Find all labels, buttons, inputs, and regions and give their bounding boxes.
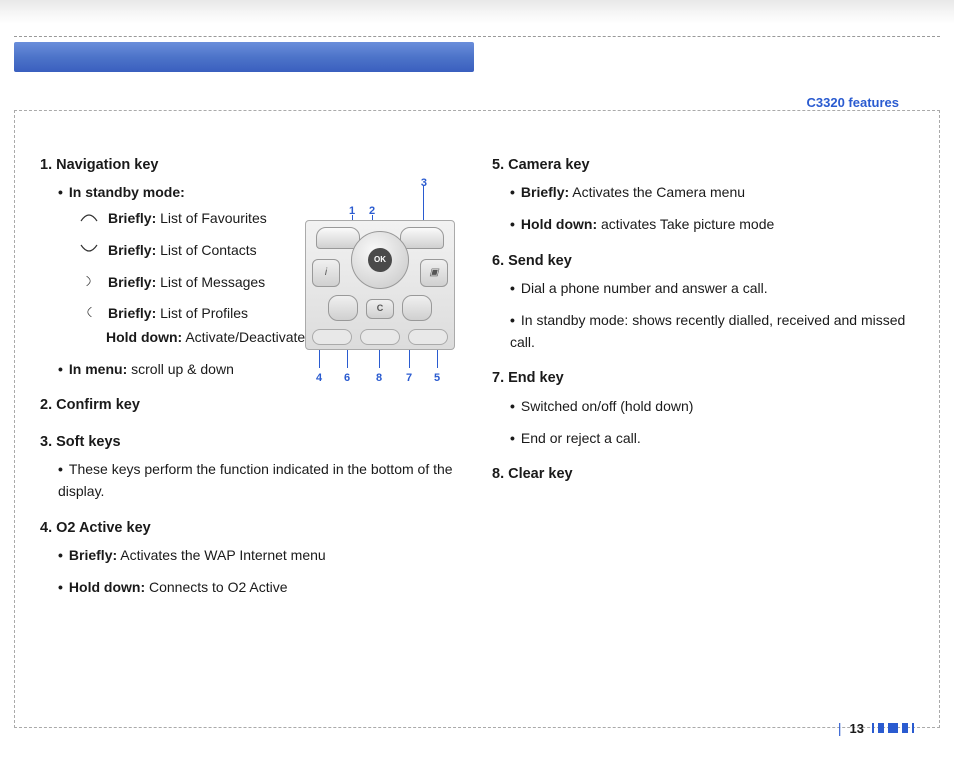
- soft-keys-title: 3. Soft keys: [40, 431, 462, 453]
- soft-key-right: [400, 227, 444, 249]
- right-column: 5. Camera key Briefly: Activates the Cam…: [492, 140, 914, 709]
- camera-brief-row: Briefly: Activates the Camera menu: [510, 182, 914, 204]
- frame-border-right: [939, 110, 940, 728]
- nav-left-text: Briefly: List of Profiles: [108, 303, 248, 325]
- frame-border-left: [14, 110, 15, 728]
- standby-mode-text: In standby mode:: [58, 184, 185, 200]
- phone-body: OK i ▣ C: [305, 220, 455, 350]
- page-content: 1. Navigation key In standby mode: Brief…: [40, 140, 914, 709]
- nav-key-title: 1. Navigation key: [40, 154, 462, 176]
- frame-border-top: [14, 110, 940, 111]
- send-key: [328, 295, 358, 321]
- o2-key-title: 4. O2 Active key: [40, 517, 462, 539]
- top-gradient: [0, 0, 954, 24]
- nav-right-icon: [78, 272, 100, 290]
- callout-6: 6: [344, 370, 350, 387]
- nav-up-icon: [78, 208, 100, 226]
- end-key-b1: Switched on/off (hold down): [510, 396, 914, 418]
- camera-hold-row: Hold down: activates Take picture mode: [510, 214, 914, 236]
- top-dashed-rule: [14, 36, 940, 37]
- callout-4: 4: [316, 370, 322, 387]
- end-key-title: 7. End key: [492, 367, 914, 389]
- nav-left-icon: [78, 303, 100, 321]
- left-column: 1. Navigation key In standby mode: Brief…: [40, 140, 462, 709]
- ok-button: OK: [368, 248, 392, 272]
- send-key-title: 6. Send key: [492, 250, 914, 272]
- nav-down-text: Briefly: List of Contacts: [108, 240, 257, 262]
- end-key-b2: End or reject a call.: [510, 428, 914, 450]
- phone-diagram: 3 1 2 OK i ▣ C: [287, 175, 467, 395]
- header-blue-bar: [14, 42, 474, 72]
- dpad: OK: [351, 231, 409, 289]
- confirm-key-title: 2. Confirm key: [40, 394, 462, 416]
- callout-8: 8: [376, 370, 382, 387]
- frame-border-bottom: [14, 727, 940, 728]
- o2-hold-row: Hold down: Connects to O2 Active: [58, 577, 462, 599]
- send-key-b2: In standby mode: shows recently dialled,…: [510, 310, 914, 353]
- camera-key-title: 5. Camera key: [492, 154, 914, 176]
- in-menu-text: In menu: scroll up & down: [58, 361, 234, 377]
- end-key: [402, 295, 432, 321]
- send-key-b1: Dial a phone number and answer a call.: [510, 278, 914, 300]
- clear-key-title: 8. Clear key: [492, 463, 914, 485]
- nav-up-text: Briefly: List of Favourites: [108, 208, 267, 230]
- camera-key: ▣: [420, 259, 448, 287]
- callout-7: 7: [406, 370, 412, 387]
- page-number-value: 13: [850, 721, 864, 736]
- soft-keys-desc: These keys perform the function indicate…: [58, 459, 462, 502]
- callout-5: 5: [434, 370, 440, 387]
- nav-right-text: Briefly: List of Messages: [108, 272, 265, 294]
- o2-brief-row: Briefly: Activates the WAP Internet menu: [58, 545, 462, 567]
- o2-key: i: [312, 259, 340, 287]
- clear-key: C: [366, 299, 394, 319]
- nav-down-icon: [78, 240, 100, 258]
- page-number: | 13: [838, 720, 914, 736]
- keypad-row: [312, 329, 448, 345]
- section-header: C3320 features: [807, 95, 900, 110]
